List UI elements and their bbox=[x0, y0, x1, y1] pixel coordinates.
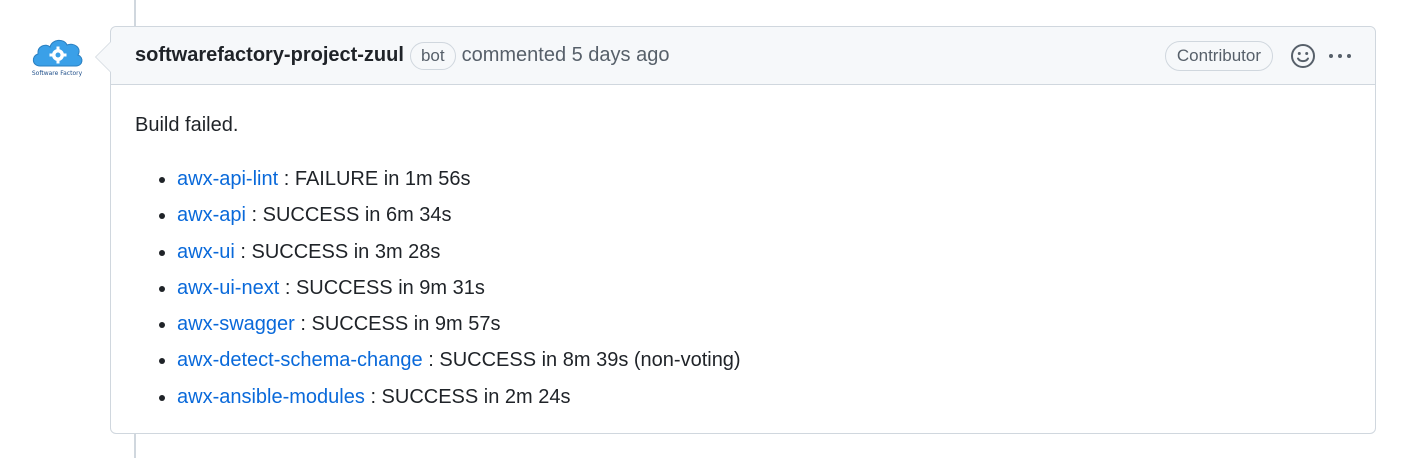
smiley-icon bbox=[1291, 43, 1315, 68]
comment-timestamp[interactable]: commented 5 days ago bbox=[462, 44, 670, 67]
list-item: awx-detect-schema-change : SUCCESS in 8m… bbox=[177, 348, 1351, 384]
body-intro: Build failed. bbox=[135, 114, 239, 136]
job-link[interactable]: awx-ansible-modules bbox=[177, 386, 365, 408]
list-item: awx-swagger : SUCCESS in 9m 57s bbox=[177, 312, 1351, 348]
job-link[interactable]: awx-api-lint bbox=[177, 168, 278, 190]
list-item: awx-ui : SUCCESS in 3m 28s bbox=[177, 240, 1351, 276]
comment-box: softwarefactory-project-zuul bot comment… bbox=[95, 26, 1376, 434]
job-link[interactable]: awx-ui bbox=[177, 241, 235, 263]
comment-caret-fill bbox=[96, 42, 111, 72]
comment-menu-button[interactable] bbox=[1329, 42, 1351, 70]
job-result: : SUCCESS in 9m 57s bbox=[300, 313, 501, 336]
list-item: awx-api-lint : FAILURE in 1m 56s bbox=[177, 167, 1351, 203]
job-result: : SUCCESS in 8m 39s (non-voting) bbox=[428, 349, 741, 372]
job-result: : SUCCESS in 3m 28s bbox=[240, 240, 441, 263]
comment-header: softwarefactory-project-zuul bot comment… bbox=[111, 27, 1375, 85]
kebab-dot bbox=[1347, 53, 1351, 58]
job-link[interactable]: awx-swagger bbox=[177, 313, 295, 335]
author-link[interactable]: softwarefactory-project-zuul bbox=[135, 44, 404, 67]
list-item: awx-ansible-modules : SUCCESS in 2m 24s bbox=[177, 385, 1351, 421]
job-result: : SUCCESS in 9m 31s bbox=[284, 276, 485, 299]
job-link[interactable]: awx-api bbox=[177, 204, 246, 226]
bot-badge: bot bbox=[409, 41, 456, 70]
avatar-caption: Software Factory bbox=[31, 70, 83, 77]
job-result: : SUCCESS in 2m 24s bbox=[370, 385, 571, 408]
list-item: awx-ui-next : SUCCESS in 9m 31s bbox=[177, 276, 1351, 312]
kebab-dot bbox=[1338, 53, 1342, 58]
add-reaction-button[interactable] bbox=[1289, 42, 1317, 70]
job-result: : SUCCESS in 6m 34s bbox=[251, 204, 452, 227]
list-item: awx-api : SUCCESS in 6m 34s bbox=[177, 203, 1351, 239]
job-link[interactable]: awx-ui-next bbox=[177, 277, 279, 299]
cloud-gear-icon bbox=[32, 39, 83, 67]
job-result: : FAILURE in 1m 56s bbox=[283, 168, 471, 190]
comment-body: Build failed. awx-api-lint : FAILURE in … bbox=[111, 85, 1375, 421]
job-list: awx-api-lint : FAILURE in 1m 56s awx-api… bbox=[135, 167, 1351, 421]
avatar[interactable]: Software Factory bbox=[28, 34, 86, 82]
job-link[interactable]: awx-detect-schema-change bbox=[177, 349, 423, 371]
kebab-horizontal-icon bbox=[1329, 53, 1333, 58]
contributor-badge: Contributor bbox=[1164, 40, 1273, 71]
